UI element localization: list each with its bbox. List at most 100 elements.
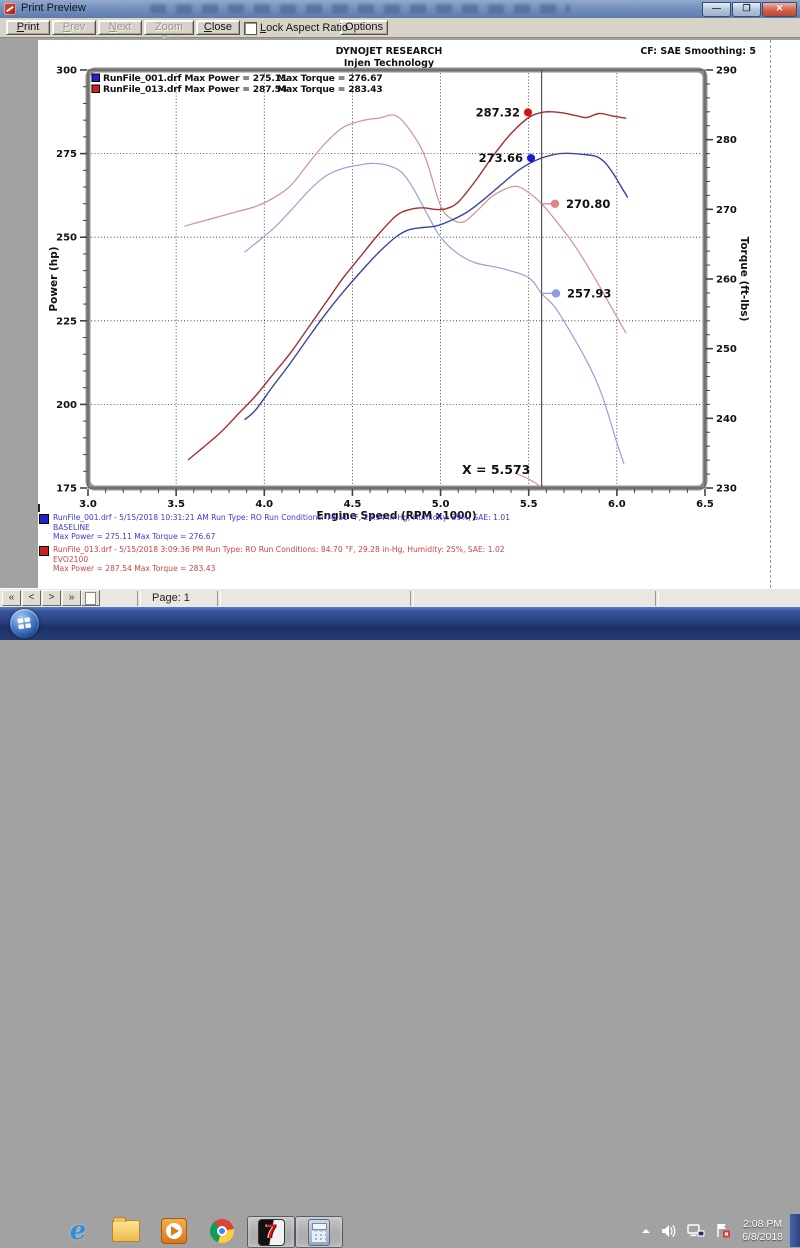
speaker-icon	[661, 1224, 677, 1238]
next-button[interactable]: Next	[98, 20, 142, 35]
left-axis-tick-label: 300	[56, 66, 77, 77]
title-bar: Print Preview — ❐ ✕	[0, 0, 800, 19]
data-point-value-label: 273.66	[479, 151, 523, 165]
run1-max-values: Max Power = 275.11 Max Torque = 276.67	[53, 532, 510, 542]
run1-conditions: RunFile_001.drf - 5/15/2018 10:31:21 AM …	[53, 513, 510, 523]
run-info-block-1: RunFile_001.drf - 5/15/2018 10:31:21 AM …	[53, 513, 510, 542]
left-axis-tick-label: 250	[56, 233, 77, 244]
bottom-axis-tick-label: 6.5	[696, 499, 714, 510]
plot-frame	[88, 70, 705, 488]
page-number-label: Page: 1	[152, 592, 190, 604]
last-page-button[interactable]: »	[62, 590, 81, 606]
prev-page-button[interactable]: <	[22, 590, 41, 606]
plot-border	[88, 70, 705, 488]
right-axis-title: Torque (ft-lbs)	[738, 237, 750, 322]
left-axis-tick-label: 275	[56, 149, 77, 160]
left-axis-tick-label: 200	[56, 400, 77, 411]
page-icon	[85, 592, 96, 605]
bottom-axis-tick-label: 4.0	[255, 499, 273, 510]
bottom-axis-tick-label: 5.0	[432, 499, 450, 510]
run-info-block-2: RunFile_013.drf - 5/15/2018 3:09:36 PM R…	[53, 545, 505, 574]
bottom-axis-tick-label: 6.0	[608, 499, 626, 510]
taskbar-item-calculator[interactable]	[295, 1216, 343, 1248]
toolbar: PrintPrevNextZoom OutCloseOptionsLock As…	[0, 18, 800, 38]
data-point-value-label: 257.93	[567, 287, 611, 301]
taskbar-item-winpep[interactable]: 7	[247, 1216, 295, 1248]
right-axis-tick-label: 250	[716, 344, 737, 355]
taskbar-item-chrome[interactable]	[199, 1216, 245, 1246]
legend-torque-label: Max Torque = 276.67	[277, 73, 382, 84]
start-button[interactable]	[10, 609, 39, 638]
minimize-button[interactable]: —	[702, 2, 731, 17]
data-point-value-label: 270.80	[566, 197, 610, 211]
series-line-runfile_013-power	[189, 112, 626, 460]
series-line-runfile_013-torque	[185, 115, 626, 333]
right-axis-tick-label: 230	[716, 484, 737, 495]
restore-button[interactable]: ❐	[732, 2, 761, 17]
bottom-axis-tick-label: 4.5	[344, 499, 362, 510]
left-axis-tick-label: 175	[56, 484, 77, 495]
text-cursor	[38, 504, 40, 512]
run2-label: EVO2100	[53, 555, 505, 565]
close-button[interactable]: Close	[196, 20, 240, 35]
data-point-marker	[552, 289, 560, 297]
window-title: Print Preview	[21, 2, 86, 14]
right-axis-tick-label: 280	[716, 135, 737, 146]
data-point-value-label: 287.32	[476, 106, 520, 120]
title-ghost-text	[150, 4, 570, 13]
bottom-axis-tick-label: 3.0	[79, 499, 97, 510]
run1-swatch-icon	[39, 514, 49, 524]
action-center-button[interactable]	[715, 1223, 731, 1238]
network-button[interactable]	[687, 1224, 705, 1238]
tray-expand-button[interactable]	[641, 1227, 651, 1235]
status-bar: Page: 1 «<>»	[0, 588, 800, 608]
dyno-chart-svg: 175 200 225 250 275 300 230 240 250 260 270 280 290 3…	[38, 40, 800, 588]
system-tray: 2:08 PM 6/8/2018	[636, 1214, 800, 1247]
data-point-marker	[551, 200, 559, 208]
network-icon	[687, 1224, 705, 1238]
legend-torque-label: Max Torque = 283.43	[277, 84, 382, 95]
left-axis-tick-label: 225	[56, 316, 77, 327]
page-setup-button[interactable]	[81, 590, 100, 606]
show-desktop-button[interactable]	[789, 1214, 800, 1247]
statusbar-divider	[137, 591, 141, 606]
right-axis-tick-label: 290	[716, 66, 737, 77]
close-button[interactable]: ✕	[762, 2, 797, 17]
volume-button[interactable]	[661, 1224, 677, 1238]
left-axis-title: Power (hp)	[48, 246, 60, 311]
first-page-button[interactable]: «	[2, 590, 21, 606]
lock-aspect-ratio-checkbox[interactable]	[244, 22, 257, 35]
run2-conditions: RunFile_013.drf - 5/15/2018 3:09:36 PM R…	[53, 545, 505, 555]
calculator-icon	[308, 1219, 330, 1246]
chrome-icon	[210, 1219, 234, 1243]
lock-aspect-ratio-label: Lock Aspect Ratio	[260, 22, 348, 34]
internet-explorer-icon: e	[70, 1218, 87, 1244]
folder-icon	[112, 1220, 140, 1242]
preview-page: DYNOJET RESEARCH Injen Technology CF: SA…	[38, 40, 800, 588]
chevron-up-icon	[641, 1227, 651, 1235]
next-page-button[interactable]: >	[42, 590, 61, 606]
taskbar-item-media-player[interactable]	[151, 1216, 197, 1246]
taskbar-item-internet-explorer[interactable]: e	[55, 1216, 101, 1246]
right-axis-tick-label: 240	[716, 414, 737, 425]
run2-max-values: Max Power = 287.54 Max Torque = 283.43	[53, 564, 505, 574]
data-point-marker	[527, 154, 535, 162]
zoom-out-button[interactable]: Zoom Out	[144, 20, 194, 35]
taskbar-item-explorer[interactable]	[103, 1216, 149, 1246]
statusbar-divider	[655, 591, 659, 606]
tray-clock[interactable]: 2:08 PM 6/8/2018	[742, 1218, 783, 1244]
print-button[interactable]: Print	[6, 20, 50, 35]
run2-swatch-icon	[39, 546, 49, 556]
app-icon	[4, 3, 16, 15]
right-axis-tick-label: 260	[716, 275, 737, 286]
legend-power-label: RunFile_001.drf Max Power = 275.11	[103, 73, 287, 84]
statusbar-divider	[217, 591, 221, 606]
action-center-flag-icon	[715, 1223, 731, 1238]
run1-label: BASELINE	[53, 523, 510, 533]
legend-swatch-icon	[92, 74, 100, 82]
tray-date: 6/8/2018	[742, 1231, 783, 1244]
right-axis-tick-label: 270	[716, 205, 737, 216]
tray-time: 2:08 PM	[742, 1218, 783, 1231]
windows-flag-icon	[10, 609, 39, 638]
prev-button[interactable]: Prev	[52, 20, 96, 35]
